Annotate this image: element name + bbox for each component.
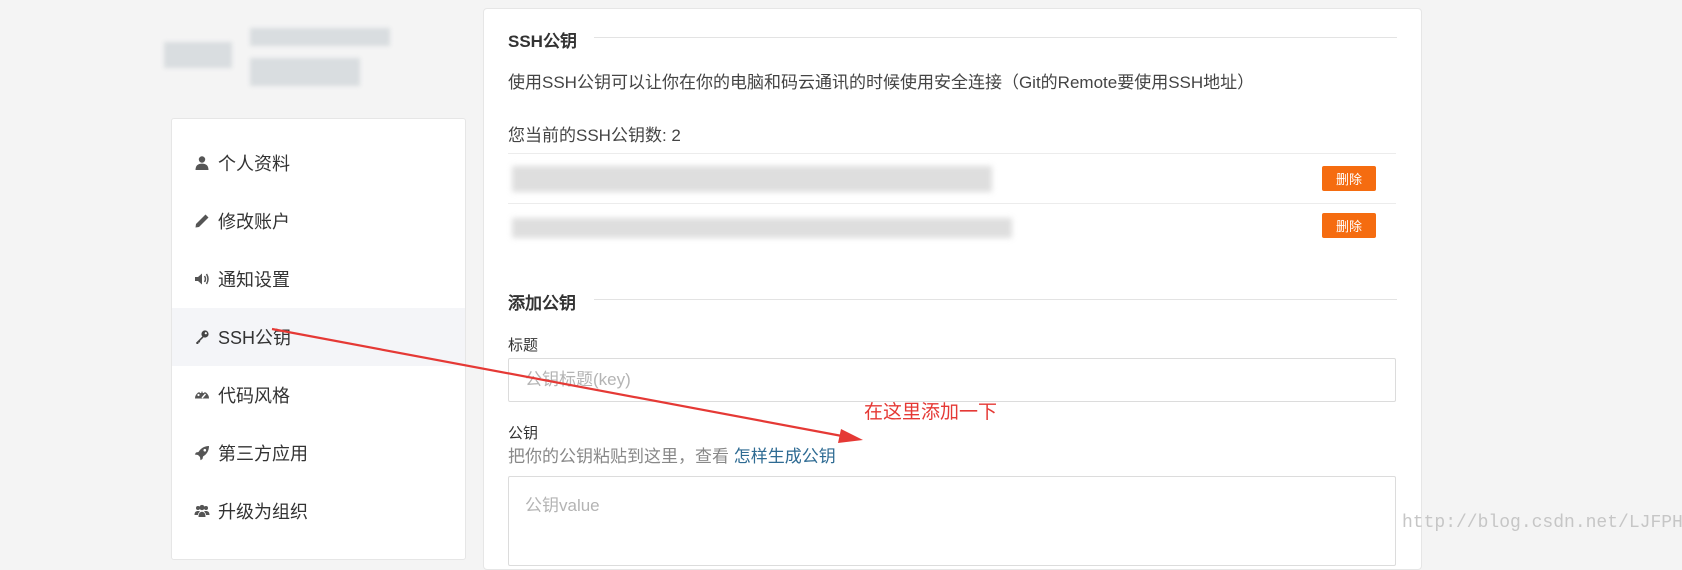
key-value-textarea[interactable] [508, 476, 1396, 566]
title-field-label: 标题 [508, 337, 539, 354]
ssh-section-title: SSH公钥 [508, 32, 577, 51]
sidebar-item-profile[interactable]: 个人资料 [172, 134, 465, 192]
sidebar-item-label: 个人资料 [218, 154, 290, 174]
ssh-key-row: 删除 [508, 203, 1396, 254]
settings-sidebar: 个人资料 修改账户 通知设置 SSH公钥 代码风格 第三方应用 升级为组织 [171, 118, 466, 560]
sidebar-item-label: 修改账户 [218, 212, 290, 232]
speaker-icon [192, 271, 212, 287]
add-key-section-title: 添加公钥 [508, 294, 576, 313]
ssh-key-row: 删除 [508, 153, 1396, 204]
users-icon [192, 503, 212, 519]
profile-area [160, 14, 420, 94]
ssh-description: 使用SSH公钥可以让你在你的电脑和码云通讯的时候使用安全连接（Git的Remot… [508, 73, 1255, 92]
watermark: http://blog.csdn.net/LJFPHP [1402, 513, 1682, 533]
user-icon [192, 155, 212, 171]
palette-icon [192, 387, 212, 403]
avatar [164, 42, 232, 68]
sidebar-item-ssh-keys[interactable]: SSH公钥 [172, 308, 465, 366]
delete-key-button[interactable]: 删除 [1322, 166, 1376, 191]
key-field-label: 公钥 [508, 425, 539, 442]
pencil-icon [192, 213, 212, 229]
delete-key-button[interactable]: 删除 [1322, 213, 1376, 238]
divider [594, 37, 1397, 38]
sidebar-item-label: SSH公钥 [218, 328, 292, 348]
username-blur [250, 28, 390, 46]
ssh-key-count: 您当前的SSH公钥数: 2 [508, 126, 681, 145]
profile-info-blur [250, 58, 360, 86]
sidebar-item-label: 第三方应用 [218, 444, 308, 464]
key-hint: 把你的公钥粘贴到这里，查看 怎样生成公钥 [508, 442, 836, 467]
key-title-input[interactable] [508, 358, 1396, 402]
sidebar-item-account[interactable]: 修改账户 [172, 192, 465, 250]
sidebar-item-upgrade-organization[interactable]: 升级为组织 [172, 482, 465, 540]
ssh-key-fingerprint-blurred [512, 218, 1012, 238]
rocket-icon [192, 445, 212, 461]
how-to-generate-key-link[interactable]: 怎样生成公钥 [734, 447, 836, 466]
sidebar-item-third-party-apps[interactable]: 第三方应用 [172, 424, 465, 482]
key-icon [192, 329, 212, 345]
annotation-text: 在这里添加一下 [864, 402, 998, 423]
sidebar-item-code-style[interactable]: 代码风格 [172, 366, 465, 424]
ssh-key-fingerprint-blurred [512, 166, 992, 192]
divider [594, 299, 1397, 300]
sidebar-item-notifications[interactable]: 通知设置 [172, 250, 465, 308]
ssh-keys-panel: SSH公钥 使用SSH公钥可以让你在你的电脑和码云通讯的时候使用安全连接（Git… [483, 8, 1422, 570]
sidebar-item-label: 通知设置 [218, 270, 290, 290]
sidebar-item-label: 升级为组织 [218, 502, 308, 522]
key-hint-text: 把你的公钥粘贴到这里，查看 [508, 447, 734, 466]
sidebar-item-label: 代码风格 [218, 386, 290, 406]
